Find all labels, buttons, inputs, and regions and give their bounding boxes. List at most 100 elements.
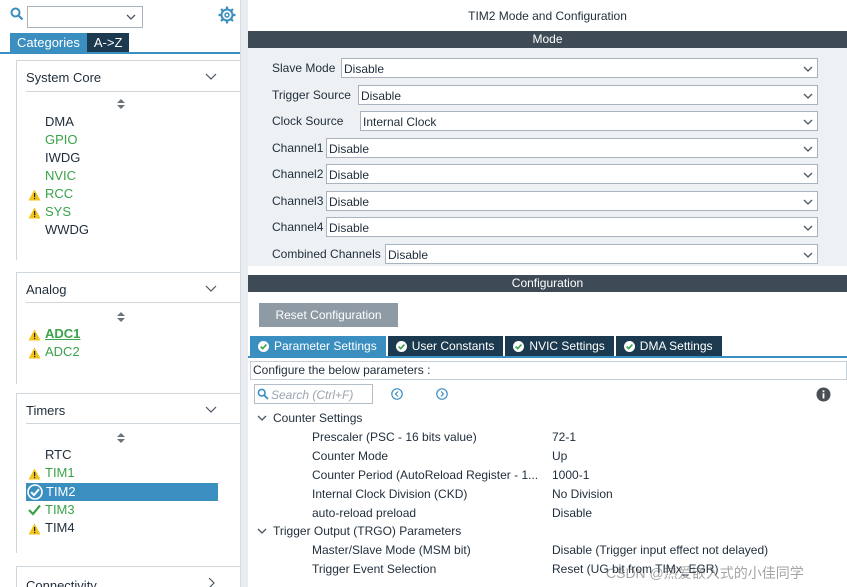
category-separator xyxy=(26,91,240,92)
chevron-down-icon[interactable] xyxy=(803,250,813,260)
channel2-select[interactable]: Disable xyxy=(326,164,818,184)
sidebar-item-wwdg[interactable]: WWDG xyxy=(45,221,89,239)
sidebar-item-rcc[interactable]: RCC xyxy=(45,185,73,203)
search-icon[interactable] xyxy=(10,7,24,21)
select-value: Disable xyxy=(344,62,385,76)
field-label: Combined Channels xyxy=(272,247,381,261)
sidebar-item-rtc[interactable]: RTC xyxy=(45,446,71,464)
sidebar-item-tim2[interactable]: TIM2 xyxy=(26,483,218,501)
trigger-source-select[interactable]: Disable xyxy=(358,85,818,105)
mode-row-clock-source: Clock Source Internal Clock xyxy=(272,111,818,131)
chevron-down-icon[interactable] xyxy=(205,403,217,415)
mode-row-trigger-source: Trigger Source Disable xyxy=(272,85,818,105)
tab-a-z[interactable]: A->Z xyxy=(86,33,130,52)
reset-configuration-button[interactable]: Reset Configuration xyxy=(259,303,398,327)
page-title: TIM2 Mode and Configuration xyxy=(468,9,627,23)
chevron-down-icon[interactable] xyxy=(803,170,813,180)
param-row-counter-mode[interactable]: Counter Mode Up xyxy=(312,448,842,466)
sidebar-item-tim4[interactable]: TIM4 xyxy=(45,519,75,537)
category-title-timers[interactable]: Timers xyxy=(26,403,65,418)
param-row-msm-bit[interactable]: Master/Slave Mode (MSM bit) Disable (Tri… xyxy=(312,542,842,560)
select-value: Disable xyxy=(329,221,370,235)
chevron-down-icon[interactable] xyxy=(205,70,217,82)
channel1-select[interactable]: Disable xyxy=(326,138,818,158)
warning-icon xyxy=(28,189,41,201)
gear-icon[interactable] xyxy=(218,6,236,24)
sidebar-item-iwdg[interactable]: IWDG xyxy=(45,149,80,167)
param-row-counter-period[interactable]: Counter Period (AutoReload Register - 1.… xyxy=(312,467,842,485)
param-value: Disable xyxy=(552,506,593,520)
sidebar-item-dma[interactable]: DMA xyxy=(45,113,74,131)
field-label: Channel1 xyxy=(272,141,324,155)
sidebar-scrollbar[interactable] xyxy=(240,0,248,587)
select-value: Disable xyxy=(329,195,370,209)
check-circle-icon xyxy=(623,340,635,352)
slave-mode-select[interactable]: Disable xyxy=(341,58,818,78)
sidebar-item-adc2[interactable]: ADC2 xyxy=(45,343,80,361)
chevron-down-icon[interactable] xyxy=(803,144,813,154)
info-icon[interactable] xyxy=(816,387,831,402)
mode-fields: Slave Mode Disable Trigger Source Disabl… xyxy=(248,48,847,266)
param-row-prescaler[interactable]: Prescaler (PSC - 16 bits value) 72-1 xyxy=(312,429,842,447)
chevron-down-icon[interactable] xyxy=(205,282,217,294)
group-counter-settings[interactable]: Counter Settings xyxy=(257,411,362,425)
configure-instruction: Configure the below parameters : xyxy=(250,361,847,380)
warning-icon xyxy=(28,329,41,341)
chevron-down-icon[interactable] xyxy=(803,91,813,101)
chevron-down-icon[interactable] xyxy=(803,117,813,127)
chevron-down-icon[interactable] xyxy=(803,197,813,207)
param-row-clock-division[interactable]: Internal Clock Division (CKD) No Divisio… xyxy=(312,486,842,504)
check-circle-icon xyxy=(27,484,43,500)
sidebar-item-tim3[interactable]: TIM3 xyxy=(45,501,75,519)
tabs-underline xyxy=(0,52,240,54)
param-name: Counter Mode xyxy=(312,449,389,463)
param-row-auto-reload-preload[interactable]: auto-reload preload Disable xyxy=(312,505,842,523)
category-title-system-core[interactable]: System Core xyxy=(26,70,101,85)
sort-icon[interactable] xyxy=(116,99,126,109)
tab-user-constants[interactable]: User Constants xyxy=(387,336,504,356)
sidebar-item-adc1[interactable]: ADC1 xyxy=(45,325,80,343)
sidebar-item-tim1[interactable]: TIM1 xyxy=(45,464,75,482)
param-name: Master/Slave Mode (MSM bit) xyxy=(312,543,471,557)
sidebar-item-sys[interactable]: SYS xyxy=(45,203,71,221)
clock-source-select[interactable]: Internal Clock xyxy=(360,111,818,131)
category-title-analog[interactable]: Analog xyxy=(26,282,66,297)
search-next-icon[interactable] xyxy=(436,388,448,400)
sidebar-item-gpio[interactable]: GPIO xyxy=(45,131,78,149)
search-previous-icon[interactable] xyxy=(391,388,403,400)
channel3-select[interactable]: Disable xyxy=(326,191,818,211)
search-placeholder: Search (Ctrl+F) xyxy=(271,388,354,402)
tab-label: DMA Settings xyxy=(639,339,713,353)
channel4-select[interactable]: Disable xyxy=(326,217,818,237)
param-value: 72-1 xyxy=(552,430,577,444)
mode-row-channel2: Channel2 Disable xyxy=(272,164,818,184)
chevron-right-icon[interactable] xyxy=(205,577,217,587)
field-label: Channel2 xyxy=(272,167,324,181)
sidebar-search-combo[interactable] xyxy=(27,6,143,28)
check-icon xyxy=(28,504,41,516)
sidebar-item-nvic[interactable]: NVIC xyxy=(45,167,76,185)
tab-categories[interactable]: Categories xyxy=(10,33,87,52)
chevron-down-icon[interactable] xyxy=(126,12,136,22)
combined-channels-select[interactable]: Disable xyxy=(385,244,818,264)
field-label: Channel3 xyxy=(272,194,324,208)
warning-icon xyxy=(28,207,41,219)
param-value: Up xyxy=(552,449,568,463)
tab-parameter-settings[interactable]: Parameter Settings xyxy=(250,336,386,356)
param-name: Counter Period (AutoReload Register - 1.… xyxy=(312,468,539,482)
select-value: Disable xyxy=(329,142,370,156)
group-trigger-output[interactable]: Trigger Output (TRGO) Parameters xyxy=(257,524,461,538)
check-circle-icon xyxy=(395,340,407,352)
chevron-down-icon[interactable] xyxy=(803,64,813,74)
sort-icon[interactable] xyxy=(116,312,126,322)
sort-icon[interactable] xyxy=(116,433,126,443)
select-value: Disable xyxy=(388,248,429,262)
field-label: Slave Mode xyxy=(272,61,336,75)
mode-row-combined-channels: Combined Channels Disable xyxy=(272,244,818,264)
tab-nvic-settings[interactable]: NVIC Settings xyxy=(505,336,614,356)
tab-dma-settings[interactable]: DMA Settings xyxy=(615,336,722,356)
chevron-down-icon[interactable] xyxy=(803,223,813,233)
param-name: Internal Clock Division (CKD) xyxy=(312,487,468,501)
category-title-connectivity[interactable]: Connectivity xyxy=(26,578,97,587)
parameter-search-input[interactable]: Search (Ctrl+F) xyxy=(254,384,373,404)
